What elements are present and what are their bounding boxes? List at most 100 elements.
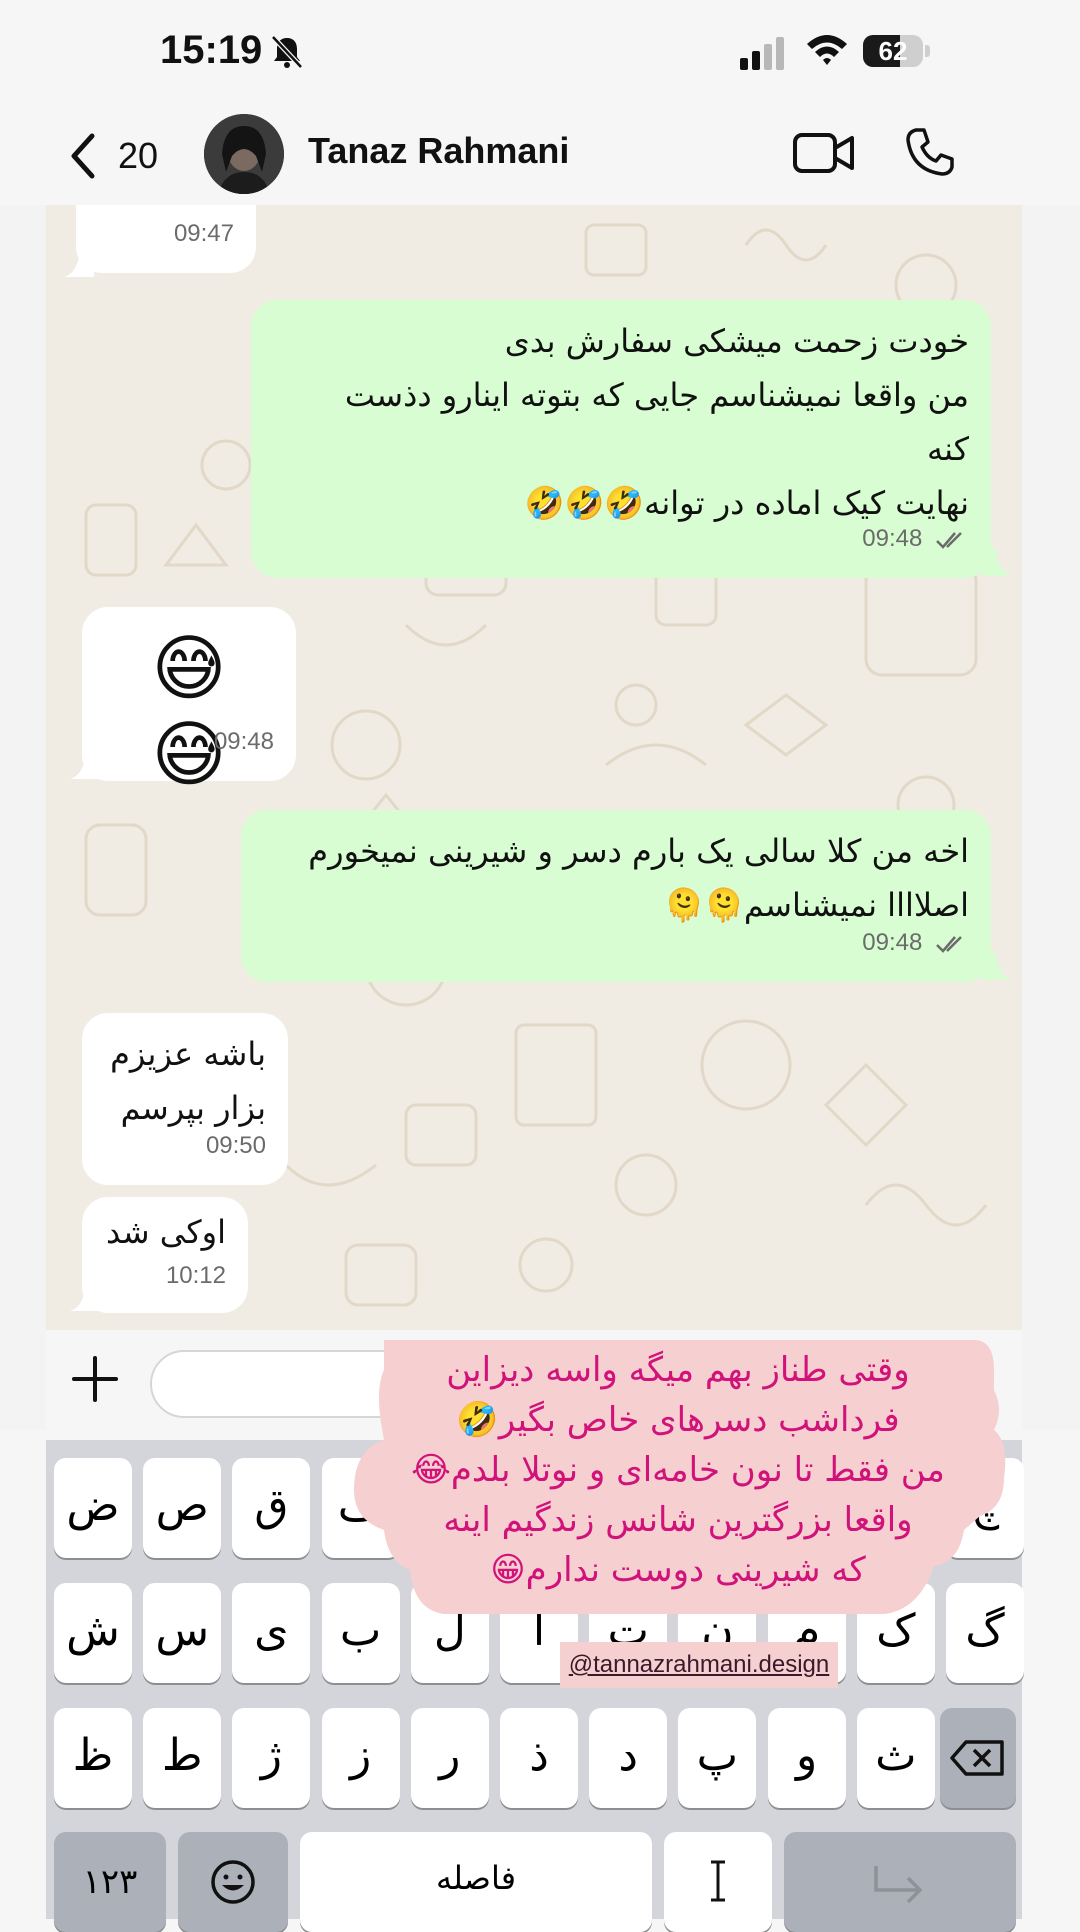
backspace-key[interactable]: [940, 1708, 1016, 1808]
key-label: ذ: [529, 1730, 549, 1781]
key-letter[interactable]: ش: [54, 1583, 132, 1683]
overlay-line: فرداشب دسرهای خاص بگیر🤣: [456, 1400, 900, 1440]
return-icon: [874, 1866, 923, 1904]
bell-slash-icon: [271, 35, 303, 69]
message-time: 09:48: [862, 916, 969, 970]
bubble-tail: [64, 249, 94, 277]
key-label: ظ: [72, 1730, 114, 1781]
message-bubble-outgoing[interactable]: خودت زحمت میشکی سفارش بدی من واقعا نمیشن…: [251, 300, 991, 578]
message-bubble-incoming[interactable]: باشه عزیزم بزار بپرسم 09:50: [82, 1013, 288, 1185]
chat-area[interactable]: 09:47 خودت زحمت میشکی سفارش بدی من واقعا…: [46, 205, 1022, 1330]
key-label: ض: [66, 1480, 120, 1531]
emoji-key[interactable]: [178, 1832, 288, 1932]
back-button[interactable]: 20: [68, 128, 158, 184]
key-letter[interactable]: ر: [410, 1708, 489, 1808]
key-letter[interactable]: ق: [232, 1458, 311, 1558]
message-line: اخه من کلا سالی یک بارم دسر و شیرینی نمی…: [308, 832, 969, 870]
message-bubble-incoming[interactable]: 😅 😅 09:48: [82, 607, 296, 796]
key-label: د: [618, 1730, 638, 1781]
message-line: کنه: [926, 430, 969, 468]
key-label: س: [155, 1605, 210, 1656]
status-bar: 15:19 62: [0, 0, 1080, 100]
key-letter[interactable]: ژ: [232, 1708, 311, 1808]
message-bubble-incoming[interactable]: اوکی شد 10:12: [82, 1197, 248, 1313]
zwnj-key[interactable]: [664, 1832, 772, 1932]
message-time: 10:12: [165, 1262, 226, 1289]
message-time: 09:48: [213, 728, 274, 755]
key-label: ر: [439, 1730, 461, 1781]
key-letter[interactable]: س: [143, 1583, 222, 1683]
message-time-text: 09:48: [862, 929, 923, 956]
key-letter[interactable]: ذ: [500, 1708, 578, 1808]
plus-icon[interactable]: [70, 1354, 120, 1404]
numbers-key[interactable]: ۱۲۳: [54, 1832, 166, 1932]
bubble-tail: [982, 548, 1012, 576]
message-text: خودت زحمت میشکی سفارش بدی من واقعا نمیشن…: [273, 314, 969, 530]
overlay-text: وقتی طناز بهم میگه واسه دیزاین فرداشب دس…: [348, 1345, 1008, 1595]
key-letter[interactable]: ی: [232, 1583, 311, 1683]
space-key-label: فاصله: [436, 1859, 516, 1897]
message-bubble-outgoing[interactable]: اخه من کلا سالی یک بارم دسر و شیرینی نمی…: [241, 810, 991, 982]
double-check-icon: [936, 531, 962, 549]
unread-count: 20: [118, 135, 159, 176]
message-time: 09:47: [173, 220, 234, 247]
message-emoji: 😅 😅: [151, 626, 227, 796]
overlay-line: واقعا بزرگترین شانس زندگیم اینه: [443, 1500, 913, 1540]
key-letter[interactable]: ز: [321, 1708, 400, 1808]
message-bubble-incoming[interactable]: 09:47: [76, 205, 256, 273]
zwnj-icon: [711, 1860, 725, 1902]
message-time: 09:50: [205, 1132, 266, 1159]
chat-header: 20 Tanaz Rahmani: [0, 100, 1080, 205]
overlay-caption: وقتی طناز بهم میگه واسه دیزاین فرداشب دس…: [348, 1335, 1008, 1625]
key-letter[interactable]: د: [589, 1708, 668, 1808]
key-label: پ: [696, 1730, 739, 1781]
avatar[interactable]: [204, 114, 284, 194]
bubble-tail: [70, 751, 100, 779]
key-label: ز: [349, 1730, 372, 1781]
key-label: ژ: [260, 1730, 283, 1781]
battery-percent: 62: [878, 36, 908, 66]
key-label: و: [795, 1730, 818, 1781]
key-label: ی: [254, 1605, 289, 1656]
overlay-line: من فقط تا نون خامه‌ای و نوتلا بلدم😂: [411, 1450, 945, 1490]
screen-frame-left: [0, 200, 46, 1430]
bubble-tail: [982, 952, 1012, 980]
key-label: ث: [875, 1730, 917, 1781]
double-check-icon: [936, 935, 962, 953]
signal-icon: [740, 37, 784, 70]
numbers-key-label: ۱۲۳: [82, 1862, 138, 1902]
space-key[interactable]: فاصله: [300, 1832, 652, 1932]
key-letter[interactable]: ظ: [54, 1708, 132, 1808]
key-letter[interactable]: ط: [143, 1708, 222, 1808]
wifi-icon: [807, 35, 847, 65]
overlay-line: وقتی طناز بهم میگه واسه دیزاین: [446, 1350, 910, 1390]
backspace-icon: [950, 1740, 1004, 1776]
key-letter[interactable]: ض: [54, 1458, 132, 1558]
phone-icon[interactable]: [904, 126, 956, 178]
overlay-line: که شیرینی دوست ندارم😁: [490, 1550, 866, 1590]
avatar-photo: [204, 114, 284, 194]
key-label: ط: [161, 1730, 203, 1781]
status-time: 15:19: [160, 28, 263, 72]
key-label: ص: [155, 1480, 209, 1531]
key-label: ش: [66, 1605, 120, 1656]
chevron-left-icon: [71, 133, 95, 179]
bubble-tail: [70, 1283, 100, 1311]
message-line: باشه عزیزم: [110, 1035, 266, 1073]
video-call-icon[interactable]: [792, 128, 856, 178]
message-time: 09:48: [862, 512, 969, 566]
screen-frame-right: [1022, 200, 1080, 1430]
message-time-text: 09:48: [862, 525, 923, 552]
key-letter[interactable]: ص: [143, 1458, 222, 1558]
contact-name[interactable]: Tanaz Rahmani: [308, 130, 569, 172]
key-letter[interactable]: و: [767, 1708, 846, 1808]
key-letter[interactable]: پ: [678, 1708, 757, 1808]
return-key[interactable]: [784, 1832, 1016, 1932]
message-line: خودت زحمت میشکی سفارش بدی: [504, 322, 969, 360]
emoji-icon: [211, 1860, 255, 1904]
key-label: ق: [254, 1480, 289, 1531]
watermark: @tannazrahmani.design: [560, 1642, 838, 1688]
battery-icon: 62: [863, 35, 933, 69]
key-letter[interactable]: ث: [856, 1708, 935, 1808]
message-line: من واقعا نمیشناسم جایی که بتوته اینارو د…: [344, 376, 969, 414]
